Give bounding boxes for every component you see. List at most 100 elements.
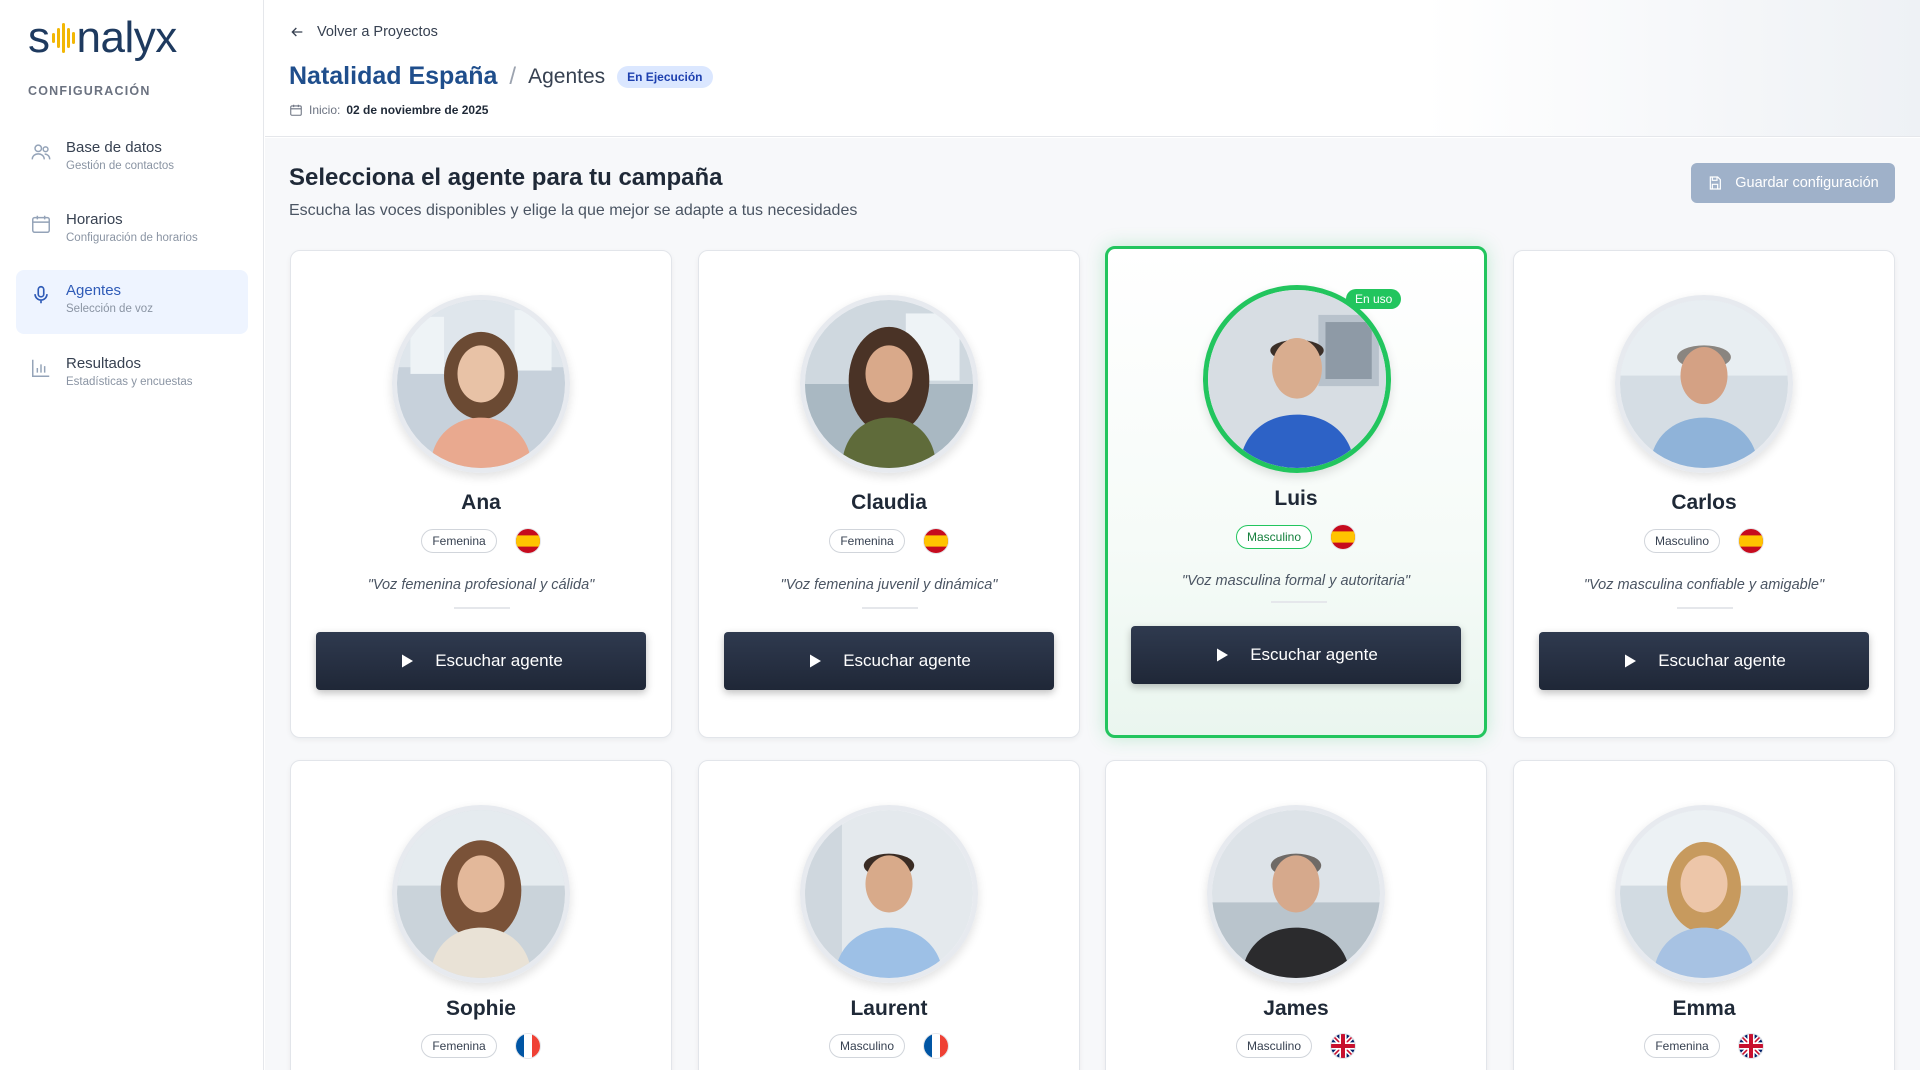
sidebar-item-base-de-datos[interactable]: Base de datos Gestión de contactos <box>16 127 248 191</box>
back-link[interactable]: Volver a Proyectos <box>289 24 438 40</box>
sidebar-item-sublabel: Configuración de horarios <box>66 232 198 244</box>
agent-card-james[interactable]: James Masculino <box>1105 760 1487 1070</box>
agent-name: Luis <box>1274 487 1318 510</box>
listen-agent-button[interactable]: Escuchar agente <box>724 632 1054 690</box>
gender-badge: Masculino <box>1235 525 1313 549</box>
divider <box>862 607 918 609</box>
france-flag-icon <box>514 1033 541 1059</box>
sidebar-item-sublabel: Estadísticas y encuestas <box>66 376 193 388</box>
agent-avatar <box>1203 285 1391 473</box>
agent-card-sophie[interactable]: Sophie Femenina <box>290 760 672 1070</box>
agent-card-luis[interactable]: En uso Luis Masculino "Voz masculina for… <box>1105 246 1487 738</box>
agent-tags: Femenina <box>699 528 1079 554</box>
agent-tags: Femenina <box>291 1033 671 1059</box>
gender-badge: Femenina <box>421 529 497 553</box>
agent-avatar <box>1207 805 1385 983</box>
agent-tags: Masculino <box>1108 524 1484 550</box>
sidebar-item-label: Resultados <box>66 355 142 372</box>
play-icon <box>1217 648 1229 662</box>
sidebar-item-sublabel: Gestión de contactos <box>66 160 175 172</box>
agent-name: James <box>1263 997 1329 1020</box>
agent-card-carlos[interactable]: Carlos Masculino "Voz masculina confiabl… <box>1513 250 1895 738</box>
agent-tags: Masculino <box>1106 1033 1486 1059</box>
logo-text-right: nalyx <box>76 13 178 62</box>
page-title: Agentes <box>528 64 606 88</box>
agent-description: "Voz femenina juvenil y dinámica" <box>780 577 998 593</box>
spain-flag-icon <box>1738 528 1765 554</box>
sonalyx-logo[interactable]: s nalyx <box>28 13 178 62</box>
sidebar: s nalyx CONFIGURACIÓN Base de datos Gest… <box>0 0 264 1070</box>
bar-chart-icon <box>32 359 50 377</box>
listen-agent-button[interactable]: Escuchar agente <box>1131 626 1461 684</box>
agent-tags: Femenina <box>291 528 671 554</box>
users-icon <box>31 144 51 160</box>
calendar-icon <box>32 215 50 233</box>
save-icon <box>1709 176 1722 190</box>
in-use-badge: En uso <box>1346 289 1402 309</box>
agent-name: Emma <box>1672 997 1736 1020</box>
agent-tags: Femenina <box>1514 1033 1894 1059</box>
logo-text-left: s <box>28 13 50 62</box>
gender-badge: Masculino <box>828 1034 906 1058</box>
status-badge: En Ejecución <box>617 65 713 88</box>
listen-agent-label: Escuchar agente <box>843 651 971 670</box>
play-icon <box>810 654 822 668</box>
agent-name: Laurent <box>850 997 928 1020</box>
start-label: Inicio: <box>309 103 341 117</box>
gender-badge: Femenina <box>421 1034 497 1058</box>
agent-avatar <box>800 805 978 983</box>
listen-agent-label: Escuchar agente <box>435 651 563 670</box>
agent-avatar <box>1615 295 1793 473</box>
spain-flag-icon <box>922 528 949 554</box>
agent-avatar <box>392 295 570 473</box>
uk-flag-icon <box>1737 1033 1764 1059</box>
sidebar-item-horarios[interactable]: Horarios Configuración de horarios <box>16 199 248 263</box>
agent-description: "Voz femenina profesional y cálida" <box>367 577 595 593</box>
section-subtitle: Escucha las voces disponibles y elige la… <box>289 202 858 219</box>
agent-card-ana[interactable]: Ana Femenina "Voz femenina profesional y… <box>290 250 672 738</box>
calendar-icon <box>290 104 302 116</box>
agent-avatar <box>800 295 978 473</box>
save-configuration-button[interactable]: Guardar configuración <box>1691 163 1895 203</box>
listen-agent-button[interactable]: Escuchar agente <box>316 632 646 690</box>
listen-agent-button[interactable]: Escuchar agente <box>1539 632 1869 690</box>
sidebar-item-agentes[interactable]: Agentes Selección de voz <box>16 270 248 334</box>
back-link-label: Volver a Proyectos <box>317 24 438 40</box>
agent-avatar <box>392 805 570 983</box>
listen-agent-label: Escuchar agente <box>1658 651 1786 670</box>
sidebar-item-label: Agentes <box>66 282 122 299</box>
divider <box>1677 607 1733 609</box>
arrow-left-icon <box>291 27 303 37</box>
play-icon <box>402 654 414 668</box>
agent-card-emma[interactable]: Emma Femenina <box>1513 760 1895 1070</box>
gender-badge: Femenina <box>1644 1034 1720 1058</box>
project-title[interactable]: Natalidad España <box>289 62 497 91</box>
agent-description: "Voz masculina confiable y amigable" <box>1583 577 1825 593</box>
sidebar-item-resultados[interactable]: Resultados Estadísticas y encuestas <box>16 343 248 407</box>
divider <box>454 607 510 609</box>
breadcrumb-separator: / <box>509 62 517 90</box>
gender-badge: Masculino <box>1643 529 1721 553</box>
agent-tags: Masculino <box>1514 528 1894 554</box>
agent-name: Carlos <box>1671 491 1737 514</box>
main-content: Selecciona el agente para tu campaña Esc… <box>265 138 1920 1070</box>
start-date-value: 02 de noviembre de 2025 <box>346 103 489 117</box>
sidebar-item-label: Base de datos <box>66 139 162 156</box>
sidebar-item-label: Horarios <box>66 211 123 228</box>
agent-card-claudia[interactable]: Claudia Femenina "Voz femenina juvenil y… <box>698 250 1080 738</box>
gender-badge: Masculino <box>1235 1034 1313 1058</box>
section-title: Selecciona el agente para tu campaña <box>289 164 723 191</box>
spain-flag-icon <box>1330 524 1357 550</box>
sidebar-item-sublabel: Selección de voz <box>66 303 153 315</box>
france-flag-icon <box>923 1033 950 1059</box>
agent-description: "Voz masculina formal y autoritaria" <box>1181 573 1411 589</box>
agent-name: Ana <box>461 491 501 514</box>
agent-tags: Masculino <box>699 1033 1079 1059</box>
sound-wave-icon <box>51 18 75 58</box>
divider <box>1271 601 1327 603</box>
agent-card-laurent[interactable]: Laurent Masculino <box>698 760 1080 1070</box>
listen-agent-label: Escuchar agente <box>1250 645 1378 664</box>
agent-avatar <box>1615 805 1793 983</box>
spain-flag-icon <box>514 528 541 554</box>
page-header: Volver a Proyectos Natalidad España / Ag… <box>265 0 1920 137</box>
